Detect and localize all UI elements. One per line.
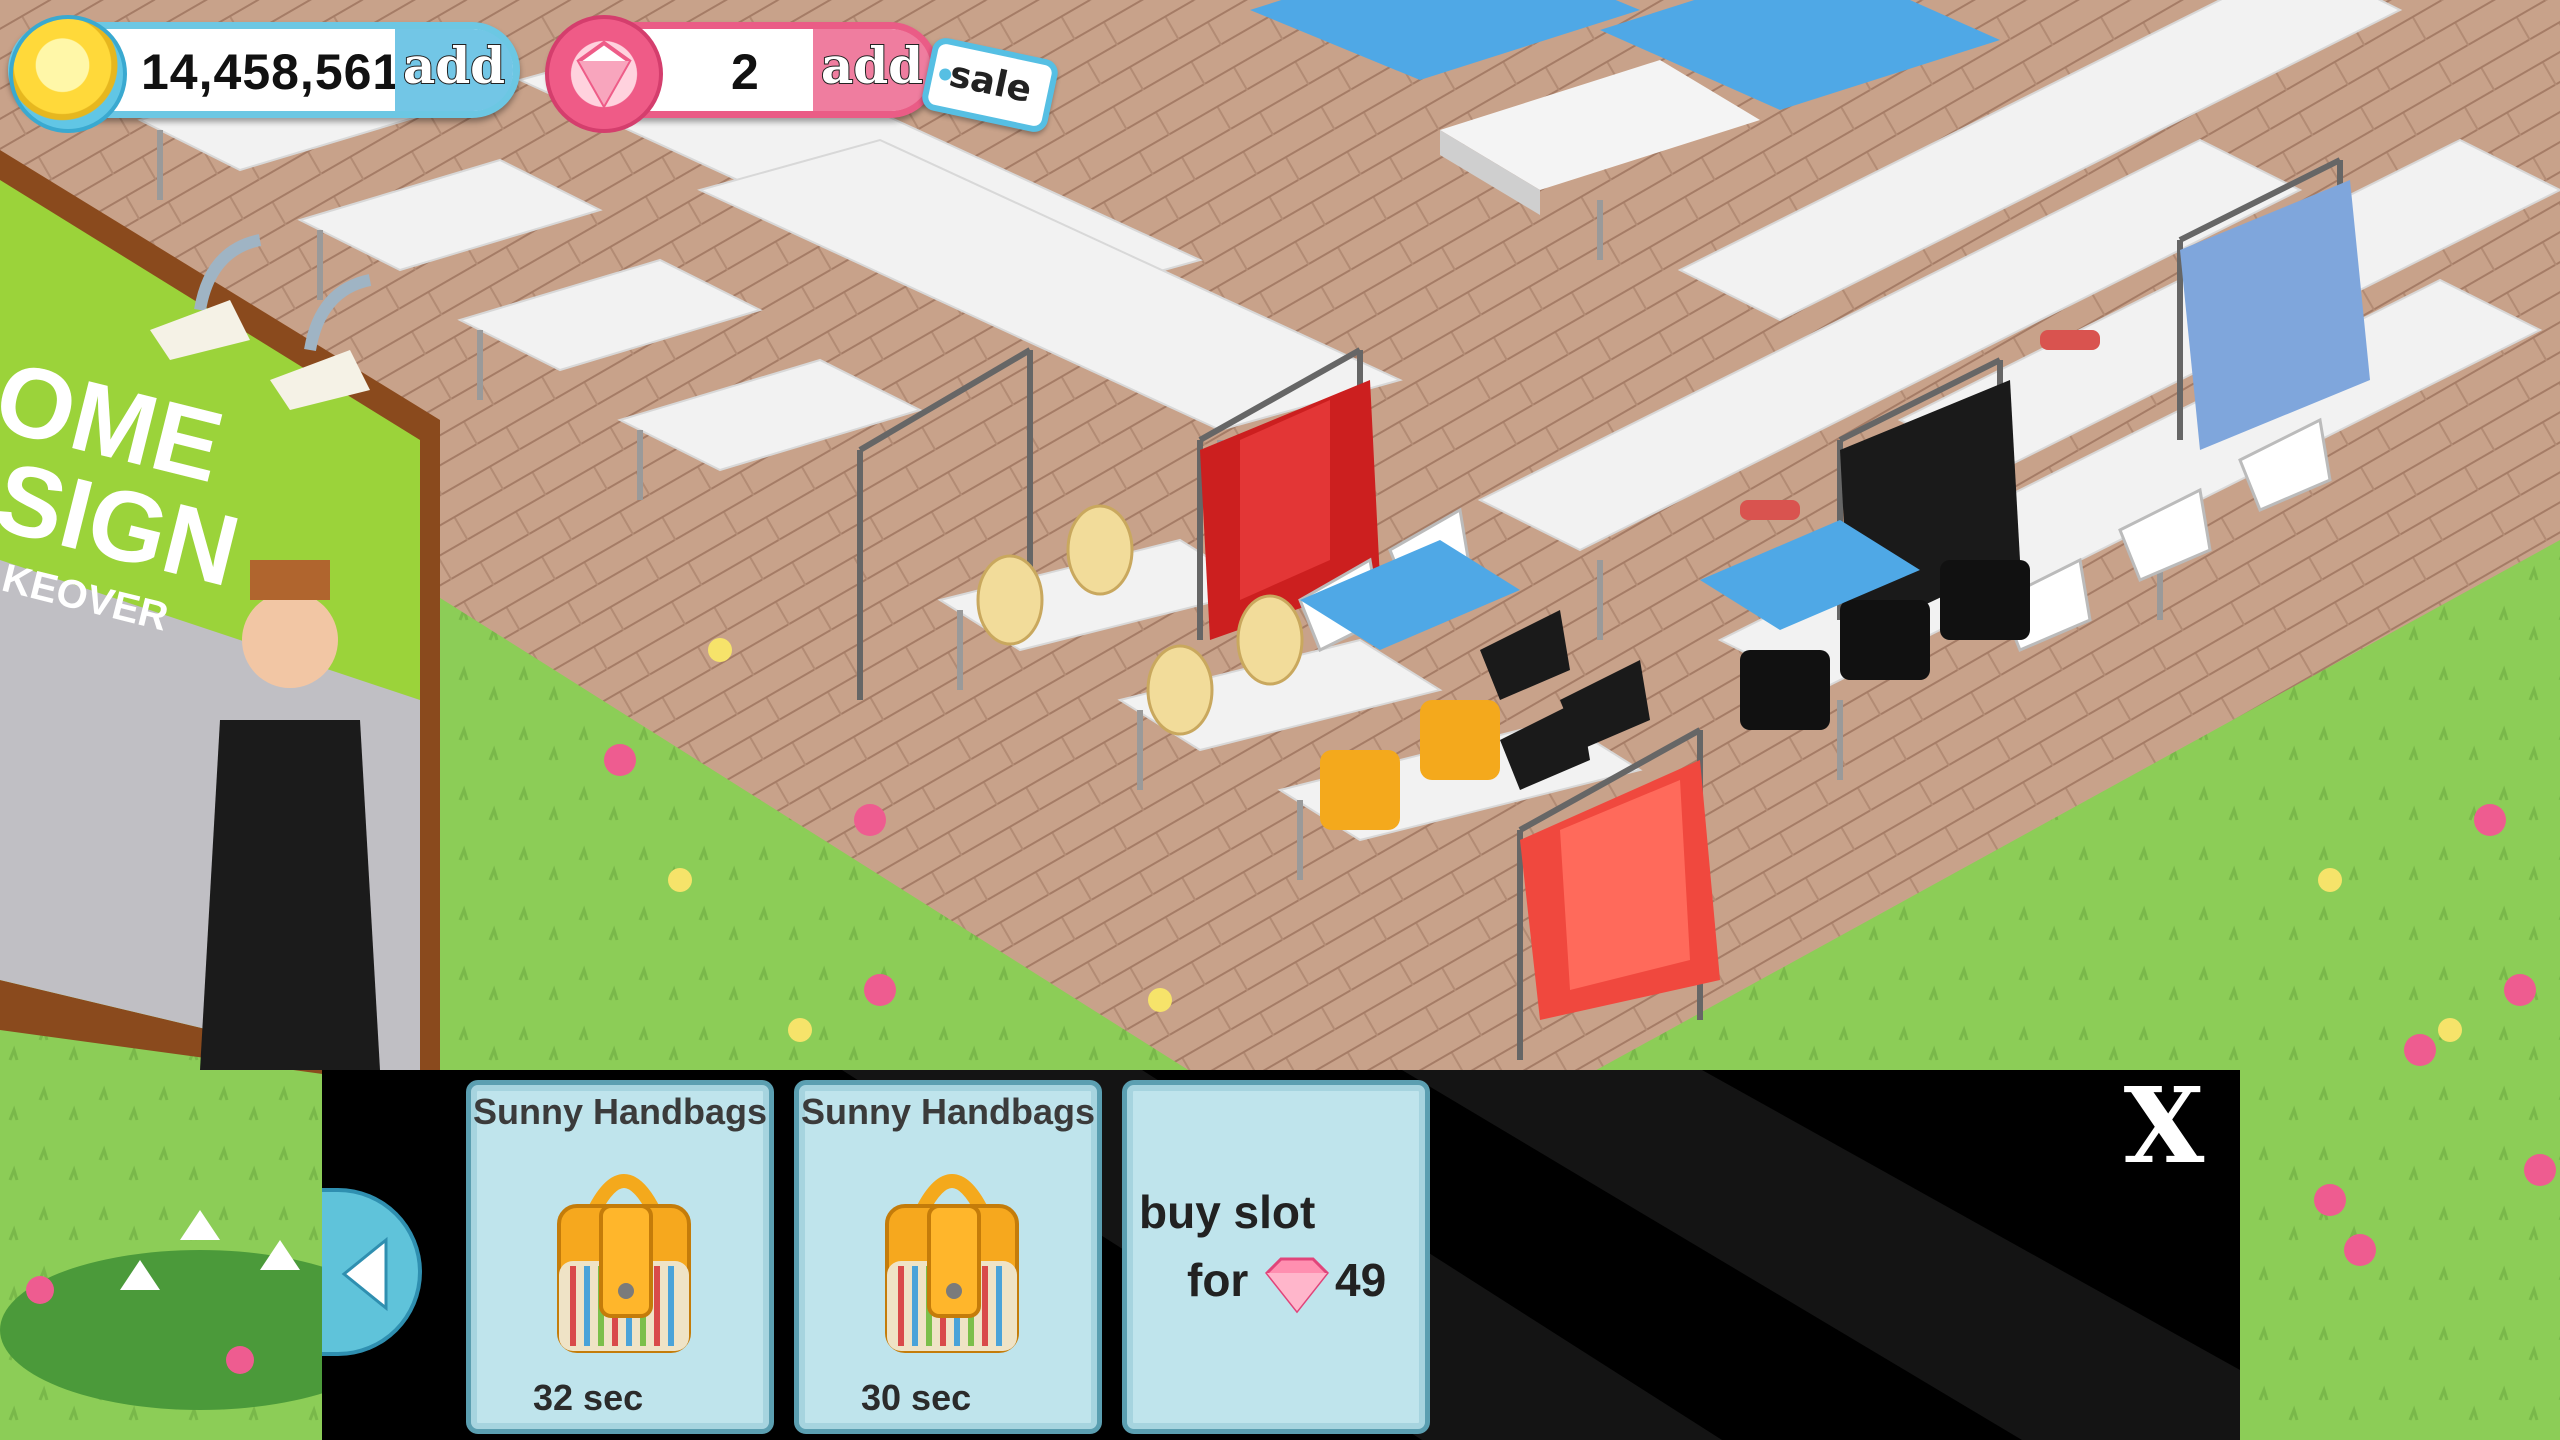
handbag-icon: [557, 1174, 691, 1353]
left-arrow-icon: [341, 1236, 388, 1312]
production-slot-1[interactable]: Sunny Handbags 32 sec: [466, 1080, 774, 1434]
coin-icon: [9, 15, 127, 133]
buy-slot-price: 49: [1335, 1254, 1387, 1306]
buy-slot-label: buy slot: [1139, 1186, 1316, 1238]
add-coins-button[interactable]: add: [395, 29, 513, 111]
buy-slot-button[interactable]: buy slot for 49: [1122, 1080, 1430, 1434]
gem-balance: 2: [731, 44, 759, 100]
production-slot-2[interactable]: Sunny Handbags 30 sec: [794, 1080, 1102, 1434]
coin-counter: 14,458,561 add: [8, 15, 520, 133]
add-gems-button[interactable]: add: [813, 29, 931, 111]
production-panel: Sunny Handbags 32 sec Sunny Handbags 30 …: [322, 1070, 2240, 1440]
handbag-icon: [885, 1174, 1019, 1353]
gem-icon: [1264, 1257, 1330, 1314]
slot-item-name: Sunny Handbags: [800, 1091, 1096, 1132]
slot-timer: 32 sec: [533, 1377, 644, 1418]
gem-counter: 2 add: [545, 15, 938, 133]
coin-balance: 14,458,561: [141, 44, 402, 100]
buy-for-label: for: [1187, 1254, 1249, 1306]
slot-item-name: Sunny Handbags: [472, 1091, 768, 1132]
gem-icon: [545, 15, 663, 133]
slot-timer: 30 sec: [861, 1377, 972, 1418]
close-panel-button[interactable]: X: [2112, 1074, 2216, 1178]
